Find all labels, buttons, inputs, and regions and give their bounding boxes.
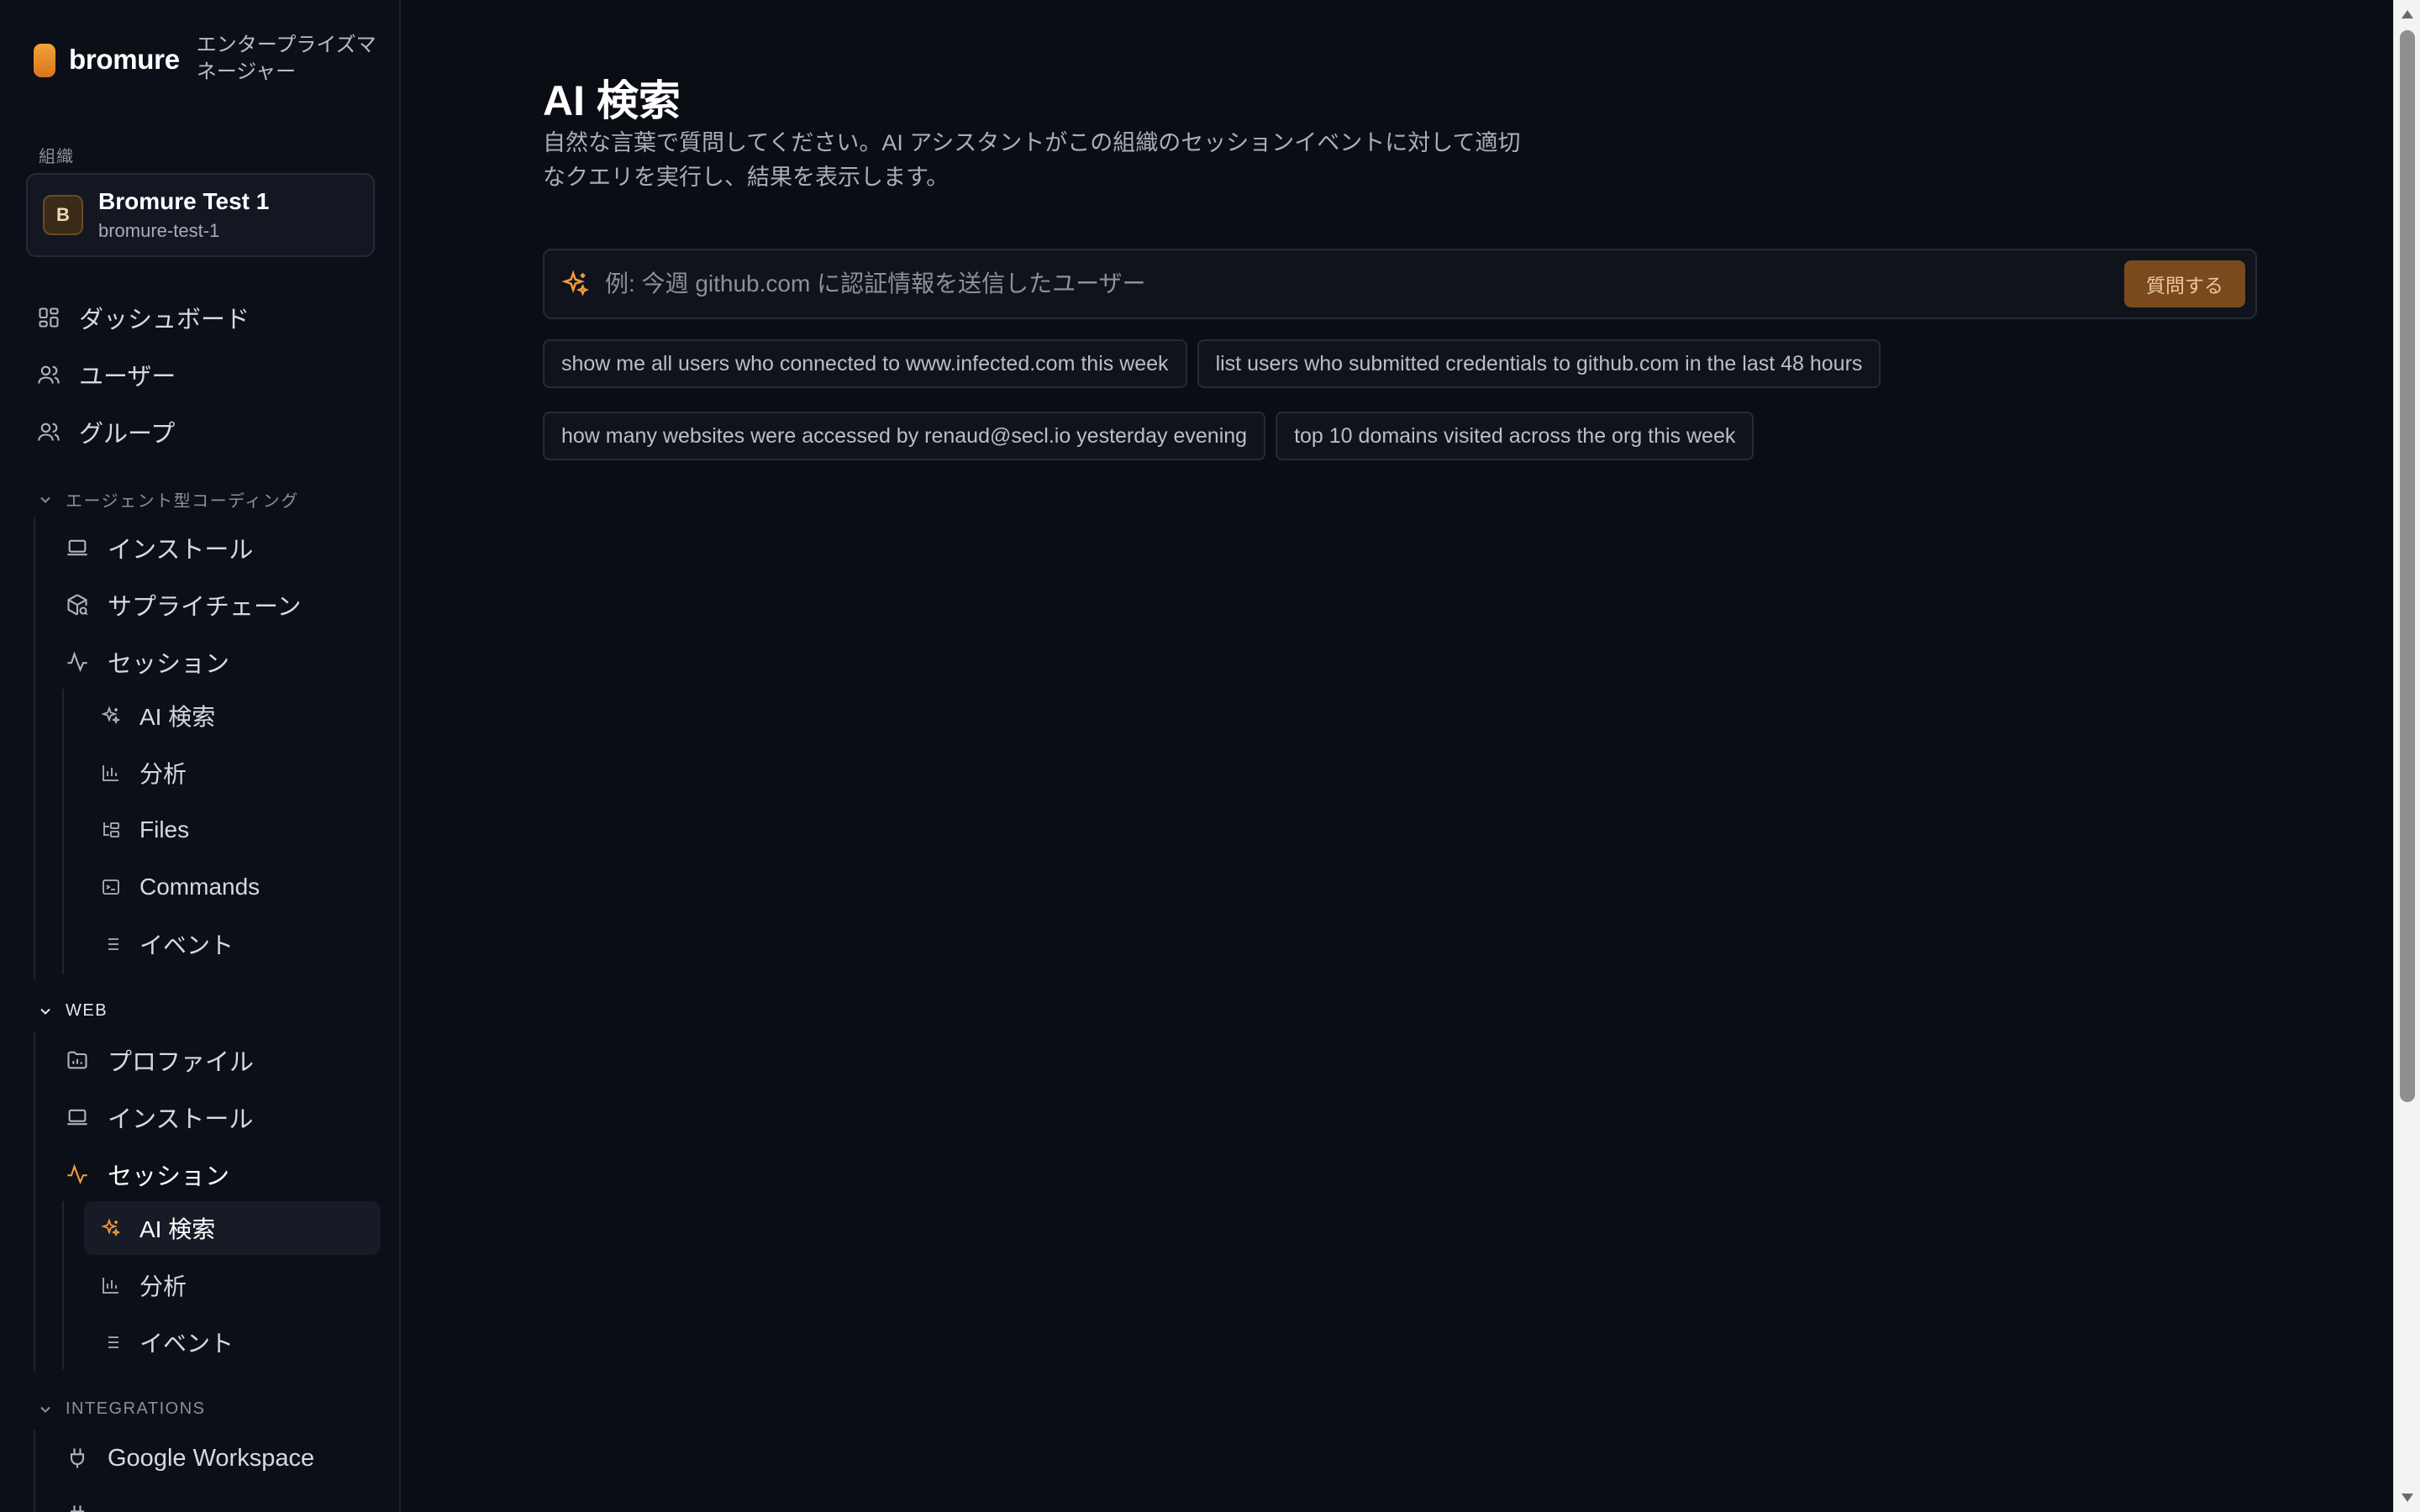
nav-dashboard[interactable]: ダッシュボード <box>37 292 250 343</box>
folder-icon <box>66 1048 89 1072</box>
main-content: AI 検索 自然な言葉で質問してください。AI アシスタントがこの組織のセッショ… <box>402 0 2393 1512</box>
agentic-sessions-label: セッション <box>108 651 230 678</box>
group-integrations[interactable]: INTEGRATIONS <box>37 1399 206 1419</box>
web-events-label: イベント <box>139 1331 234 1357</box>
chevron-down-icon <box>40 1406 50 1413</box>
group-agentic-coding-label: エージェント型コーディング <box>66 492 299 511</box>
agentic-analytics[interactable]: 分析 <box>101 748 187 798</box>
list-icon <box>101 934 121 954</box>
folder-tree-icon <box>101 820 121 840</box>
ai-search-box: 質問する <box>543 249 2257 319</box>
plug-icon <box>66 1446 89 1470</box>
agentic-supply-chain-label: サプライチェーン <box>108 594 302 621</box>
scroll-up-icon[interactable] <box>2402 10 2413 18</box>
sidebar: bromure エンタープライズマネージャー 組織 B Bromure Test… <box>0 0 401 1512</box>
users-icon <box>37 363 60 386</box>
org-avatar: B <box>43 195 83 235</box>
agentic-events-label: イベント <box>139 932 234 958</box>
web-profiles-label: プロファイル <box>108 1049 255 1076</box>
group-icon <box>37 420 60 444</box>
laptop-icon <box>66 1105 89 1129</box>
agentic-install[interactable]: インストール <box>66 522 253 573</box>
agentic-ai-search[interactable]: AI 検索 <box>101 690 215 741</box>
web-analytics[interactable]: 分析 <box>101 1260 187 1310</box>
sparkles-icon <box>561 270 589 297</box>
agentic-install-label: インストール <box>108 537 254 564</box>
group-integrations-label: INTEGRATIONS <box>66 1399 206 1418</box>
nav-groups[interactable]: グループ <box>37 407 175 457</box>
nav-users[interactable]: ユーザー <box>37 349 176 400</box>
ai-search-input[interactable] <box>605 259 2124 309</box>
page-scrollbar[interactable] <box>2393 0 2420 1512</box>
chevron-down-icon <box>40 1008 50 1015</box>
activity-icon <box>66 650 89 674</box>
web-ai-search[interactable]: AI 検索 <box>101 1203 215 1253</box>
ask-button[interactable]: 質問する <box>2124 260 2245 307</box>
nav-groups-label: グループ <box>79 421 176 448</box>
sparkles-icon <box>101 706 121 726</box>
terminal-icon <box>101 877 121 897</box>
nav-dashboard-label: ダッシュボード <box>79 307 250 333</box>
agentic-files-label: Files <box>139 816 190 843</box>
bar-chart-icon <box>101 1275 121 1295</box>
suggestion-chip[interactable]: list users who submitted credentials to … <box>1197 339 1881 388</box>
brand-name: bromure <box>69 44 180 75</box>
laptop-icon <box>66 536 89 559</box>
brand[interactable]: bromure エンタープライズマネージャー <box>34 32 377 86</box>
web-sessions[interactable]: セッション <box>66 1149 229 1200</box>
org-slug: bromure-test-1 <box>98 220 220 241</box>
group-web[interactable]: WEB <box>37 1001 108 1021</box>
web-events[interactable]: イベント <box>101 1317 234 1368</box>
suggestion-chips: show me all users who connected to www.i… <box>543 339 2307 460</box>
agentic-analytics-label: 分析 <box>139 761 187 787</box>
brand-logo <box>34 44 55 77</box>
org-section-label: 組織 <box>39 148 74 166</box>
scroll-thumb[interactable] <box>2400 30 2415 1102</box>
web-install[interactable]: インストール <box>66 1092 253 1142</box>
dashboard-icon <box>37 306 60 329</box>
agentic-commands[interactable]: Commands <box>101 862 260 912</box>
agentic-commands-label: Commands <box>139 874 260 900</box>
suggestion-chip[interactable]: how many websites were accessed by renau… <box>543 412 1266 460</box>
tree-line <box>62 689 64 974</box>
suggestion-chip[interactable]: top 10 domains visited across the org th… <box>1276 412 1754 460</box>
web-install-label: インストール <box>108 1106 254 1133</box>
group-agentic-coding[interactable]: エージェント型コーディング <box>37 487 299 512</box>
web-ai-search-label: AI 検索 <box>139 1216 216 1242</box>
brand-subtitle: エンタープライズマネージャー <box>196 34 376 83</box>
page-title: AI 検索 <box>543 77 681 124</box>
package-search-icon <box>66 593 89 617</box>
chevron-down-icon <box>40 496 50 503</box>
page-description: 自然な言葉で質問してください。AI アシスタントがこの組織のセッションイベントに… <box>543 130 1521 190</box>
tree-line <box>34 517 35 979</box>
web-sessions-label: セッション <box>108 1163 230 1190</box>
scroll-down-icon[interactable] <box>2402 1494 2413 1502</box>
integration-google-workspace[interactable]: Google Workspace <box>66 1433 314 1483</box>
web-analytics-label: 分析 <box>139 1273 187 1299</box>
agentic-sessions[interactable]: セッション <box>66 637 229 687</box>
agentic-supply-chain[interactable]: サプライチェーン <box>66 580 302 630</box>
activity-icon <box>66 1163 89 1186</box>
plug-icon <box>66 1504 89 1512</box>
nav-users-label: ユーザー <box>79 364 176 391</box>
agentic-events[interactable]: イベント <box>101 919 234 969</box>
list-icon <box>101 1332 121 1352</box>
bar-chart-icon <box>101 763 121 783</box>
group-web-label: WEB <box>66 1001 108 1020</box>
sparkles-icon <box>101 1218 121 1238</box>
integration-google-workspace-label: Google Workspace <box>108 1444 315 1472</box>
integration-next[interactable] <box>66 1490 108 1512</box>
org-switcher[interactable]: B Bromure Test 1 bromure-test-1 <box>26 173 375 257</box>
suggestion-chip[interactable]: show me all users who connected to www.i… <box>543 339 1187 388</box>
tree-line <box>34 1430 35 1512</box>
agentic-ai-search-label: AI 検索 <box>139 704 216 730</box>
tree-line <box>34 1032 35 1371</box>
web-profiles[interactable]: プロファイル <box>66 1035 254 1085</box>
org-name: Bromure Test 1 <box>98 188 270 214</box>
agentic-files[interactable]: Files <box>101 805 189 855</box>
tree-line <box>62 1201 64 1369</box>
